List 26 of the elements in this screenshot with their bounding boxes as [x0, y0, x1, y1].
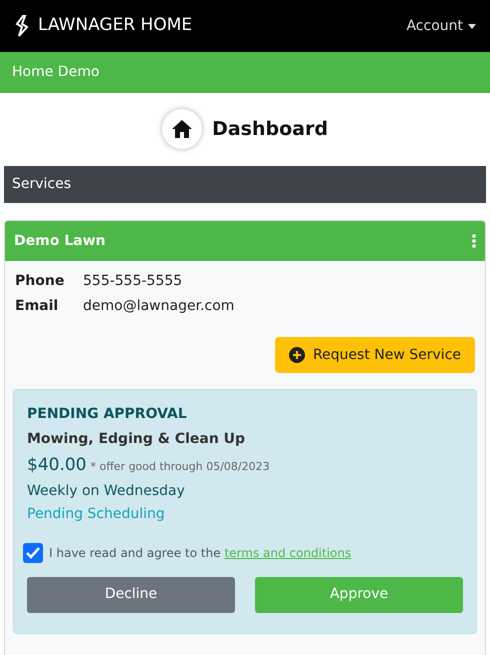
- more-options-icon[interactable]: [472, 234, 476, 248]
- detail-label: Email: [15, 297, 60, 316]
- breadcrumb[interactable]: Home Demo: [12, 62, 100, 83]
- home-icon: [162, 109, 202, 149]
- agreement-text: I have read and agree to the terms and conditions: [49, 544, 352, 562]
- detail-value: 555-555-5555: [83, 272, 182, 291]
- brand-name[interactable]: LAWNAGER HOME: [38, 13, 192, 39]
- frequency: Weekly on Wednesday: [27, 482, 186, 500]
- section-title: Services: [12, 175, 72, 194]
- agree-checkbox[interactable]: [23, 542, 43, 562]
- scheduling-status: Pending Scheduling: [27, 504, 166, 524]
- caret-icon: [468, 24, 476, 28]
- detail-value: demo@lawnager.com: [83, 297, 234, 316]
- request-service-button[interactable]: Request New Service: [274, 337, 475, 373]
- account-menu[interactable]: Account: [406, 16, 476, 36]
- detail-label: Phone: [15, 272, 66, 291]
- page-title: Dashboard: [212, 116, 328, 142]
- decline-button[interactable]: Decline: [27, 576, 235, 612]
- property-name: Demo Lawn: [14, 232, 106, 250]
- plus-circle-icon: [288, 347, 305, 363]
- approve-button[interactable]: Approve: [255, 576, 463, 612]
- offer-status: PENDING APPROVAL: [27, 405, 188, 424]
- price-note: * offer good through 05/08/2023: [90, 459, 270, 475]
- logo-icon: [14, 15, 30, 37]
- service-name: Mowing, Edging & Clean Up: [27, 430, 246, 449]
- price: $40.00: [27, 454, 86, 477]
